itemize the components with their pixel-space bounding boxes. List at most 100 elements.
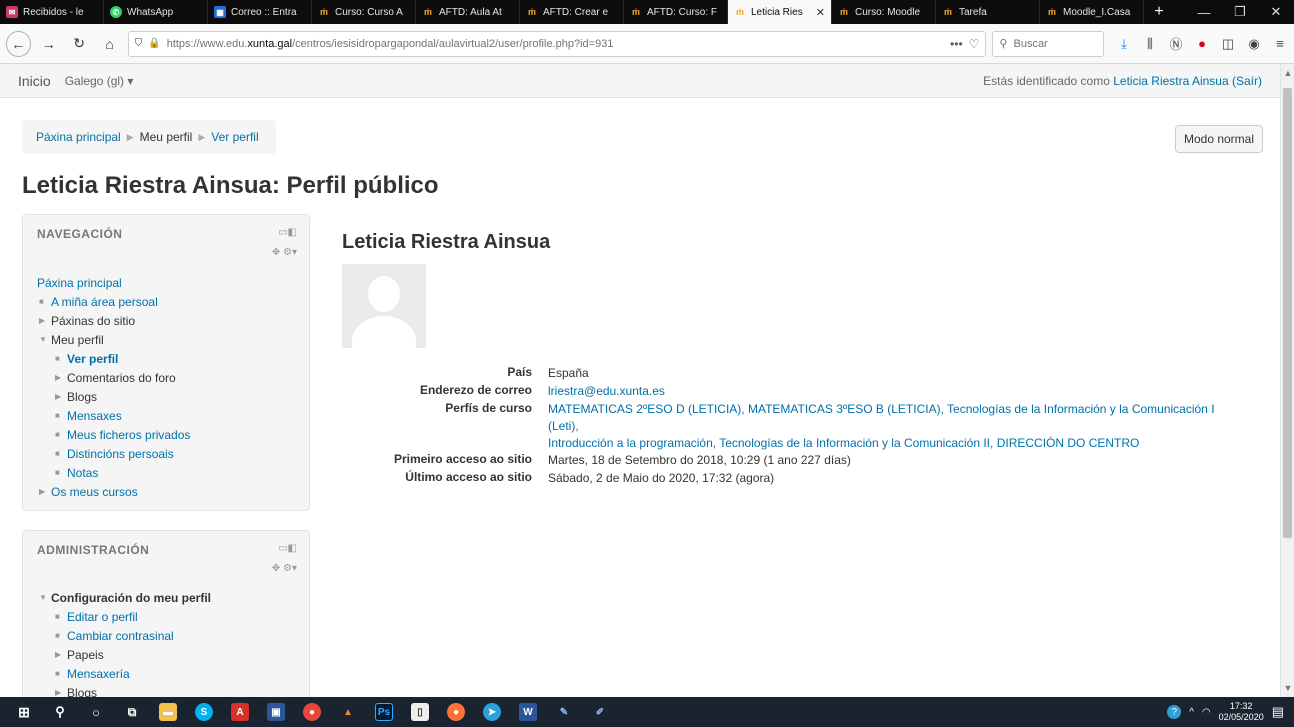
shield-icon: ⛉	[134, 38, 143, 49]
file-explorer-icon[interactable]: ▬	[150, 697, 186, 727]
url-bar[interactable]: ⛉ 🔒 https://www.edu.xunta.gal/centros/ie…	[127, 30, 987, 57]
block-dock-icon[interactable]: ▭◧	[278, 227, 297, 238]
tab-moodle[interactable]: ṁ Moodle_I.Casa	[1040, 0, 1144, 24]
tab-moodle[interactable]: ṁ Curso: Moodle	[832, 0, 936, 24]
breadcrumb-separator-icon: ▶	[198, 131, 206, 142]
tab-moodle[interactable]: ṁ Tarefa	[936, 0, 1040, 24]
vlc-icon[interactable]: ▲	[330, 697, 366, 727]
course-links-line1[interactable]: MATEMATICAS 2ºESO D (LETICIA), MATEMATIC…	[548, 402, 1215, 433]
close-window-icon[interactable]: ✕	[1258, 0, 1294, 24]
close-tab-icon[interactable]: ✕	[816, 6, 825, 19]
chevron-up-icon[interactable]: ^	[1189, 707, 1194, 718]
extension-red-icon[interactable]: ●	[1194, 36, 1210, 51]
tab-moodle[interactable]: ṁ Curso: Curso A	[312, 0, 416, 24]
word-icon[interactable]: W	[510, 697, 546, 727]
notifications-icon[interactable]: ▤	[1272, 704, 1284, 720]
photoshop-icon[interactable]: Ps	[366, 697, 402, 727]
tab-label: AFTD: Aula At	[439, 6, 502, 18]
skype-icon[interactable]: S	[186, 697, 222, 727]
wifi-icon[interactable]: ◠	[1202, 707, 1211, 718]
tab-whatsapp[interactable]: ✆ WhatsApp	[104, 0, 208, 24]
tab-active-profile[interactable]: ṁ Leticia Ries ✕	[728, 0, 832, 24]
page-actions-icon[interactable]: •••	[950, 37, 963, 51]
extension-n-icon[interactable]: Ⓝ	[1168, 34, 1184, 53]
nav-item-blogs[interactable]: ▶ Blogs	[37, 387, 190, 406]
scrollbar-thumb[interactable]	[1283, 88, 1292, 538]
nav-item-messages[interactable]: ■ Mensaxes	[37, 406, 190, 425]
search-icon[interactable]: ⚲	[42, 697, 78, 727]
firefox-icon[interactable]: ●	[438, 697, 474, 727]
bullet-icon: ■	[55, 669, 60, 678]
nav-item-forum-posts[interactable]: ▶ Comentarios do foro	[37, 368, 190, 387]
paint-icon[interactable]: ✐	[582, 697, 618, 727]
new-tab-icon[interactable]: +	[1144, 0, 1174, 24]
windows-start-icon[interactable]: ⊞	[6, 697, 42, 727]
detail-row-country: País España	[507, 365, 589, 380]
search-input[interactable]: ⚲ Buscar	[992, 30, 1105, 57]
nav-item-grades[interactable]: ■ Notas	[37, 463, 190, 482]
nav-item-dashboard[interactable]: ■ A miña área persoal	[37, 292, 190, 311]
block-actions-icon[interactable]: ✥ ⚙▾	[272, 247, 297, 258]
tab-moodle[interactable]: ṁ AFTD: Crear e	[520, 0, 624, 24]
help-icon[interactable]: ?	[1167, 705, 1182, 719]
nav-item-badges[interactable]: ■ Distincións persoais	[37, 444, 190, 463]
cortana-icon[interactable]: ○	[78, 697, 114, 727]
email-link[interactable]: lriestra@edu.xunta.es	[548, 384, 665, 398]
breadcrumb-view-profile[interactable]: Ver perfil	[211, 130, 258, 144]
pdf-reader-icon[interactable]: A	[222, 697, 258, 727]
course-links-line2[interactable]: Introducción a la programación, Tecnolog…	[548, 436, 1139, 450]
forward-arrow-icon[interactable]: →	[37, 31, 61, 57]
library-icon[interactable]: ⫼	[1142, 36, 1158, 52]
document-icon[interactable]: ▯	[402, 697, 438, 727]
navigation-tree: Páxina principal ■ A miña área persoal ▶ P…	[37, 273, 190, 501]
block-dock-icon[interactable]: ▭◧	[278, 543, 297, 554]
nav-item-my-courses[interactable]: ▶ Os meus cursos	[37, 482, 190, 501]
block-actions-icon[interactable]: ✥ ⚙▾	[272, 563, 297, 574]
tab-moodle[interactable]: ṁ AFTD: Curso: F	[624, 0, 728, 24]
home-icon[interactable]: ⌂	[97, 31, 121, 57]
media-app-icon[interactable]: ▣	[258, 697, 294, 727]
task-view-icon[interactable]: ⧉	[114, 697, 150, 727]
mode-button[interactable]: Modo normal	[1175, 125, 1263, 153]
pocket-icon[interactable]: ♡	[969, 37, 980, 51]
admin-item-profile-settings[interactable]: ▼ Configuración do meu perfil	[37, 588, 211, 607]
moodle-icon: ṁ	[1047, 7, 1056, 17]
nav-root[interactable]: Páxina principal	[37, 273, 190, 292]
telegram-icon[interactable]: ➤	[474, 697, 510, 727]
nav-item-site-pages[interactable]: ▶ Páxinas do sitio	[37, 311, 190, 330]
clock[interactable]: 17:32 02/05/2020	[1219, 701, 1264, 723]
nav-item-my-profile[interactable]: ▼ Meu perfil	[37, 330, 190, 349]
admin-item-roles[interactable]: ▶ Papeis	[37, 645, 211, 664]
scroll-up-icon[interactable]: ▲	[1281, 68, 1294, 78]
language-menu[interactable]: Galego (gl) ▾	[65, 74, 134, 88]
chrome-icon[interactable]: ●	[294, 697, 330, 727]
user-name-link[interactable]: Leticia Riestra Ainsua	[1113, 74, 1228, 88]
home-link[interactable]: Inicio	[18, 73, 51, 89]
tab-moodle[interactable]: ṁ AFTD: Aula At	[416, 0, 520, 24]
sidebar-icon[interactable]: ◫	[1220, 36, 1236, 52]
admin-item-change-password[interactable]: ■ Cambiar contrasinal	[37, 626, 211, 645]
nav-item-view-profile[interactable]: ■ Ver perfil	[37, 349, 190, 368]
restore-icon[interactable]: ❐	[1222, 0, 1258, 24]
moodle-icon: ṁ	[319, 7, 328, 17]
logout-link[interactable]: (Saír)	[1232, 74, 1262, 88]
tab-outlook[interactable]: ▦ Correo :: Entra	[208, 0, 312, 24]
breadcrumb-home[interactable]: Páxina principal	[36, 130, 121, 144]
minimize-icon[interactable]: —	[1186, 0, 1222, 24]
scroll-down-icon[interactable]: ▼	[1281, 683, 1294, 693]
download-icon[interactable]: ⤓	[1116, 36, 1132, 52]
bullet-icon: ■	[55, 354, 60, 363]
back-arrow-icon[interactable]: ←	[6, 30, 31, 57]
expanded-arrow-icon: ▼	[39, 593, 47, 602]
sticky-app-icon[interactable]: ✎	[546, 697, 582, 727]
tab-gmail[interactable]: ✉ Recibidos - le	[0, 0, 104, 24]
tab-label: Recibidos - le	[23, 6, 84, 18]
menu-icon[interactable]: ≡	[1272, 36, 1288, 51]
nav-item-private-files[interactable]: ■ Meus ficheros privados	[37, 425, 190, 444]
vertical-scrollbar[interactable]: ▲ ▼	[1280, 64, 1294, 697]
admin-item-messaging[interactable]: ■ Mensaxería	[37, 664, 211, 683]
reload-icon[interactable]: ↻	[67, 31, 91, 57]
lock-icon: 🔒	[148, 38, 161, 49]
admin-item-edit-profile[interactable]: ■ Editar o perfil	[37, 607, 211, 626]
account-icon[interactable]: ◉	[1246, 36, 1262, 52]
